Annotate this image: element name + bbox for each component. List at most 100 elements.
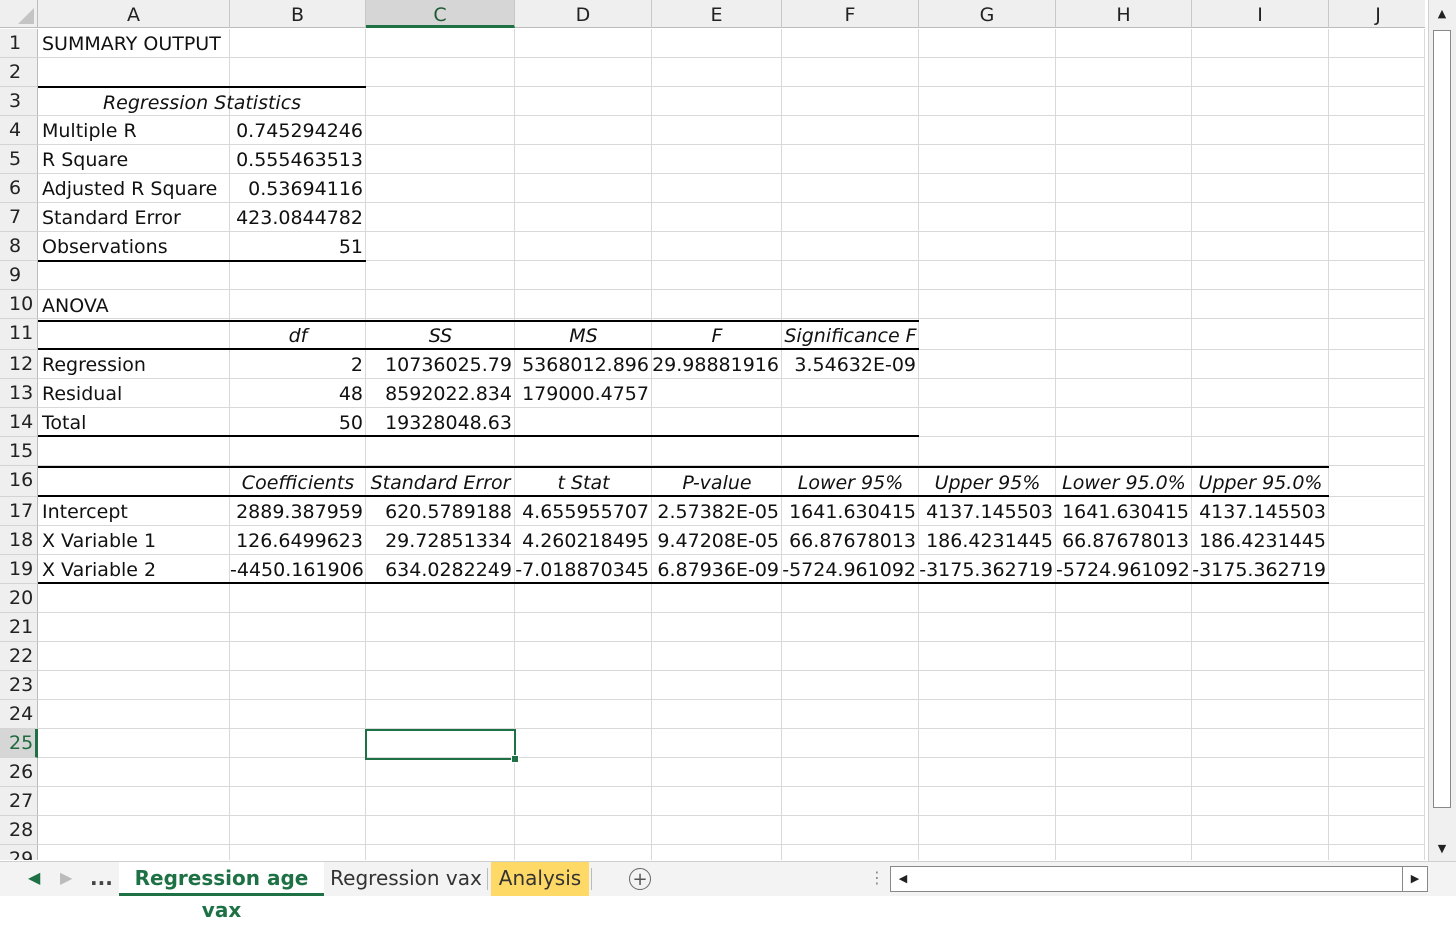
coef-value[interactable]: 6.87936E-09 — [652, 555, 782, 584]
coef-value[interactable]: -5724.961092 — [782, 555, 919, 584]
coef-row-label[interactable]: X Variable 2 — [38, 555, 230, 584]
column-header-h[interactable]: H — [1056, 0, 1192, 28]
tab-regression-vax[interactable]: Regression vax — [328, 862, 484, 896]
row-header[interactable]: 20 — [0, 584, 38, 613]
coef-value[interactable]: -7.018870345 — [515, 555, 652, 584]
row-header-selected[interactable]: 25 — [0, 729, 38, 758]
coef-header[interactable]: Standard Error — [366, 468, 515, 497]
row-header[interactable]: 23 — [0, 671, 38, 700]
row-header[interactable]: 1 — [0, 29, 38, 58]
column-header-g[interactable]: G — [919, 0, 1056, 28]
coef-header[interactable]: P-value — [652, 468, 782, 497]
coef-value[interactable]: -3175.362719 — [1192, 555, 1329, 584]
row-header[interactable]: 28 — [0, 816, 38, 845]
stat-label[interactable]: R Square — [38, 145, 230, 174]
coef-value[interactable]: 2.57382E-05 — [652, 497, 782, 526]
row-header[interactable]: 2 — [0, 58, 38, 87]
row-header[interactable]: 27 — [0, 787, 38, 816]
anova-ss[interactable]: 10736025.79 — [366, 350, 515, 379]
row-header[interactable]: 7 — [0, 203, 38, 232]
select-all-corner[interactable] — [0, 0, 38, 28]
anova-f[interactable]: 29.98881916 — [652, 350, 782, 379]
row-header[interactable]: 11 — [0, 319, 38, 350]
scroll-up-icon[interactable]: ▲ — [1431, 3, 1453, 25]
coef-row-label[interactable]: Intercept — [38, 497, 230, 526]
coef-value[interactable]: 4137.145503 — [1192, 497, 1329, 526]
coef-value[interactable]: 4.260218495 — [515, 526, 652, 555]
row-header[interactable]: 6 — [0, 174, 38, 203]
coef-value[interactable]: 9.47208E-05 — [652, 526, 782, 555]
row-header[interactable]: 16 — [0, 466, 38, 497]
summary-title[interactable]: SUMMARY OUTPUT — [38, 29, 230, 58]
row-header[interactable]: 24 — [0, 700, 38, 729]
coef-value[interactable]: 126.6499623 — [230, 526, 366, 555]
stat-value[interactable]: 423.0844782 — [230, 203, 366, 232]
row-header[interactable]: 15 — [0, 437, 38, 466]
coef-value[interactable]: 186.4231445 — [1192, 526, 1329, 555]
anova-row-label[interactable]: Residual — [38, 379, 230, 408]
anova-ms[interactable]: 179000.4757 — [515, 379, 652, 408]
row-header[interactable]: 3 — [0, 87, 38, 116]
stat-value[interactable]: 51 — [230, 232, 366, 261]
anova-df[interactable]: 50 — [230, 408, 366, 437]
regression-statistics-header[interactable]: Regression Statistics — [38, 88, 366, 117]
anova-ss[interactable]: 19328048.63 — [366, 408, 515, 437]
row-header[interactable]: 13 — [0, 379, 38, 408]
anova-ms[interactable]: 5368012.896 — [515, 350, 652, 379]
anova-header-df[interactable]: df — [230, 321, 366, 350]
row-header[interactable]: 17 — [0, 497, 38, 526]
column-header-f[interactable]: F — [782, 0, 919, 28]
anova-header-significance-f[interactable]: Significance F — [782, 321, 919, 350]
coef-header[interactable]: Lower 95.0% — [1056, 468, 1192, 497]
anova-header-ss[interactable]: SS — [366, 321, 515, 350]
coef-value[interactable]: -5724.961092 — [1056, 555, 1192, 584]
tab-scroll-left-icon[interactable]: ◀ — [28, 868, 40, 887]
vertical-scroll-thumb[interactable] — [1433, 30, 1451, 808]
row-header[interactable]: 26 — [0, 758, 38, 787]
row-header[interactable]: 8 — [0, 232, 38, 261]
tab-regression-age-vax[interactable]: Regression age vax — [119, 862, 324, 922]
spreadsheet-grid[interactable]: A B C D E F G H I J 1 2 3 4 5 6 7 8 9 10… — [0, 0, 1425, 860]
coef-value[interactable]: 634.0282249 — [366, 555, 515, 584]
anova-df[interactable]: 48 — [230, 379, 366, 408]
row-header[interactable]: 19 — [0, 555, 38, 584]
column-header-j[interactable]: J — [1329, 0, 1425, 28]
tab-splitter-icon[interactable]: ⋮ — [869, 868, 885, 887]
coef-header[interactable]: Lower 95% — [782, 468, 919, 497]
coef-value[interactable]: 1641.630415 — [1056, 497, 1192, 526]
column-header-a[interactable]: A — [38, 0, 230, 28]
stat-value[interactable]: 0.555463513 — [230, 145, 366, 174]
coef-value[interactable]: 620.5789188 — [366, 497, 515, 526]
row-header[interactable]: 10 — [0, 290, 38, 319]
coef-header[interactable]: Upper 95% — [919, 468, 1056, 497]
column-header-c[interactable]: C — [366, 0, 515, 28]
coef-value[interactable]: 29.72851334 — [366, 526, 515, 555]
coef-header[interactable]: t Stat — [515, 468, 652, 497]
coef-value[interactable]: 66.87678013 — [782, 526, 919, 555]
anova-df[interactable]: 2 — [230, 350, 366, 379]
active-cell-c25[interactable] — [365, 729, 516, 760]
row-header[interactable]: 4 — [0, 116, 38, 145]
coef-value[interactable]: 1641.630415 — [782, 497, 919, 526]
coef-value[interactable]: 2889.387959 — [230, 497, 366, 526]
coef-value[interactable]: 4137.145503 — [919, 497, 1056, 526]
coef-header[interactable]: Coefficients — [230, 468, 366, 497]
plus-circle-icon[interactable]: + — [629, 868, 651, 890]
column-header-b[interactable]: B — [230, 0, 366, 28]
coef-row-label[interactable]: X Variable 1 — [38, 526, 230, 555]
stat-label[interactable]: Standard Error — [38, 203, 230, 232]
stat-value[interactable]: 0.745294246 — [230, 116, 366, 145]
tab-analysis[interactable]: Analysis — [491, 862, 589, 896]
scroll-left-icon[interactable]: ◀ — [891, 867, 915, 891]
column-header-d[interactable]: D — [515, 0, 652, 28]
row-header[interactable]: 5 — [0, 145, 38, 174]
row-header[interactable]: 14 — [0, 408, 38, 437]
coef-value[interactable]: -4450.161906 — [230, 555, 366, 584]
row-header[interactable]: 9 — [0, 261, 38, 290]
row-header[interactable]: 29 — [0, 845, 38, 860]
tab-scroll-right-icon[interactable]: ▶ — [60, 868, 72, 887]
horizontal-scrollbar[interactable]: ◀ ▶ — [890, 866, 1428, 892]
row-header[interactable]: 22 — [0, 642, 38, 671]
coef-value[interactable]: 66.87678013 — [1056, 526, 1192, 555]
more-tabs-button[interactable]: ... — [90, 866, 113, 890]
